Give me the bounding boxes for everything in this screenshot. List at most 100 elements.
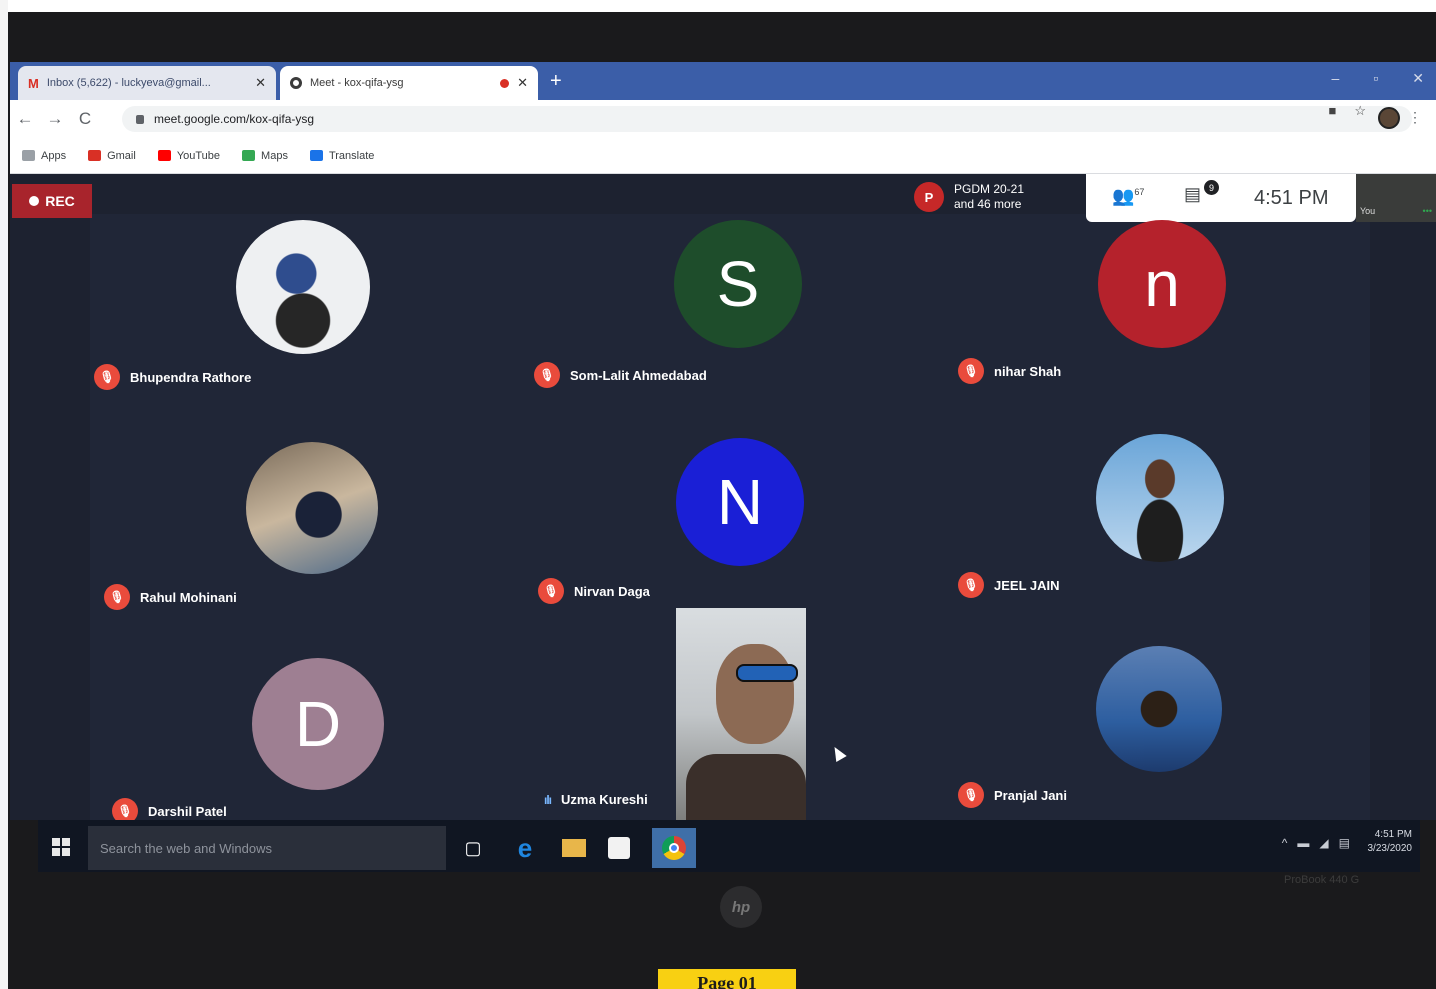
participant-label: 🎙 nihar Shah [958,358,1061,384]
bookmark-youtube[interactable]: YouTube [157,150,220,162]
meet-icon [290,77,302,89]
mic-off-icon: 🎙 [958,782,984,808]
search-placeholder: Search the web and Windows [100,840,272,856]
chat-button[interactable]: ▤ [1184,184,1201,205]
gmail-icon [88,150,102,161]
forward-button[interactable]: → [40,109,70,129]
participant-label: 🎙 JEEL JAIN [958,572,1060,598]
tab-gmail[interactable]: M Inbox (5,622) - luckyeva@gmail... ✕ [18,66,276,100]
participant-name: Bhupendra Rathore [130,369,252,385]
omnibox-actions: ■ ☆ [1328,103,1366,119]
mic-off-icon: 🎙 [94,364,120,390]
windows-taskbar: Search the web and Windows ▢ e ^ ▬ ◢ ▤ 4… [38,820,1420,872]
participant-name: Som-Lalit Ahmedabad [570,367,707,383]
browser-toolbar: ← → C meet.google.com/kox-qifa-ysg ■ ☆ ⋮ [10,100,1436,138]
star-icon[interactable]: ☆ [1354,103,1366,119]
taskbar-date: 3/23/2020 [1367,843,1413,854]
meet-stage: REC P PGDM 20-21 and 46 more 👥67 ▤ 9 4:5… [10,174,1436,820]
presenter-text: PGDM 20-21 and 46 more [954,182,1024,212]
bookmark-maps[interactable]: Maps [242,150,288,162]
participant-avatar-initial: N [676,438,804,566]
volume-icon[interactable]: ◢ [1319,836,1328,850]
tab-title: Meet - kox-qifa-ysg [310,77,404,89]
participant-name: Rahul Mohinani [140,589,237,605]
bookmark-label: Gmail [107,149,136,162]
chat-badge: 9 [1204,180,1219,195]
windows-start-icon[interactable] [52,838,70,856]
back-button[interactable]: ← [10,109,40,129]
participant-name: Uzma Kureshi [561,792,648,807]
address-bar[interactable]: meet.google.com/kox-qifa-ysg [122,106,1412,132]
bookmark-label: Translate [328,149,375,162]
close-window-button[interactable]: ✕ [1412,70,1424,87]
file-explorer-icon[interactable] [562,839,586,857]
presenter-more: and 46 more [954,197,1022,211]
people-button[interactable]: 👥67 [1112,186,1144,207]
maximize-button[interactable]: ▫ [1373,70,1378,87]
tab-meet[interactable]: Meet - kox-qifa-ysg ✕ [280,66,538,100]
participant-label: 🎙 Bhupendra Rathore [94,364,251,390]
url-text: meet.google.com/kox-qifa-ysg [154,112,315,126]
store-icon[interactable] [608,837,630,859]
participant-video [676,608,806,820]
reload-button[interactable]: C [70,109,100,129]
bookmark-label: Apps [41,149,67,162]
network-icon[interactable]: ▬ [1297,836,1309,850]
mic-off-icon: 🎙 [104,584,130,610]
participant-avatar-photo [246,442,378,574]
new-tab-button[interactable]: + [550,70,562,93]
edge-icon[interactable]: e [510,832,540,864]
translate-icon [309,150,323,161]
system-tray: ^ ▬ ◢ ▤ [1282,836,1350,850]
avatar-letter: n [1144,248,1180,320]
profile-avatar[interactable] [1378,107,1400,129]
tab-strip: M Inbox (5,622) - luckyeva@gmail... ✕ Me… [10,62,1436,100]
lock-icon [136,114,144,124]
rec-label: REC [45,193,75,209]
close-tab-icon[interactable]: ✕ [255,75,266,91]
presenter-info[interactable]: P PGDM 20-21 and 46 more [914,182,1024,212]
close-tab-icon[interactable]: ✕ [517,75,528,91]
chevron-up-icon[interactable]: ^ [1282,836,1288,850]
self-view-tile[interactable]: You ••• [1356,174,1436,222]
participant-name: JEEL JAIN [994,577,1060,593]
maps-icon [242,150,256,161]
mic-off-icon: 🎙 [538,578,564,604]
participant-avatar-initial: n [1098,220,1226,348]
bookmark-label: Maps [261,149,288,162]
participant-label: 🎙 Darshil Patel [112,798,227,820]
participant-avatar-photo [236,220,370,354]
self-label: You [1360,206,1376,216]
minimize-button[interactable]: – [1332,70,1340,87]
participant-name: Pranjal Jani [994,787,1067,803]
hp-logo: hp [720,886,762,928]
taskbar-search-box[interactable]: Search the web and Windows [88,826,446,870]
notification-icon[interactable]: ▤ [1339,836,1350,850]
taskbar-clock[interactable]: 4:51 PM 3/23/2020 [1368,828,1413,856]
bookmarks-bar: Apps Gmail YouTube Maps Translate [10,138,1436,174]
chrome-icon[interactable] [652,828,696,868]
bookmark-translate[interactable]: Translate [309,149,375,162]
mic-off-icon: 🎙 [534,362,560,388]
participant-avatar-initial: D [252,658,384,790]
participant-avatar-initial: S [674,220,802,348]
recording-indicator-icon [500,78,510,88]
tab-title: Inbox (5,622) - luckyeva@gmail... [46,77,211,89]
menu-icon[interactable]: ⋮ [1408,109,1422,126]
bookmark-apps[interactable]: Apps [22,150,66,162]
presenter-name: PGDM 20-21 [954,182,1025,196]
task-view-icon[interactable]: ▢ [458,832,488,864]
people-count: 67 [1134,187,1145,197]
bookmark-gmail[interactable]: Gmail [88,150,136,162]
meeting-info-bar: 👥67 ▤ 9 4:51 PM [1086,174,1356,222]
avatar-letter: S [716,248,760,320]
participant-name: Nirvan Daga [574,583,650,599]
mic-off-icon: 🎙 [958,572,984,598]
audio-level-icon: ••• [1422,206,1432,216]
video-subject [736,664,798,682]
participant-name: nihar Shah [994,363,1062,379]
camera-icon[interactable]: ■ [1328,103,1336,119]
window-controls: – ▫ ✕ [1332,70,1425,87]
gmail-icon: M [28,75,39,91]
avatar-letter: D [294,688,342,760]
